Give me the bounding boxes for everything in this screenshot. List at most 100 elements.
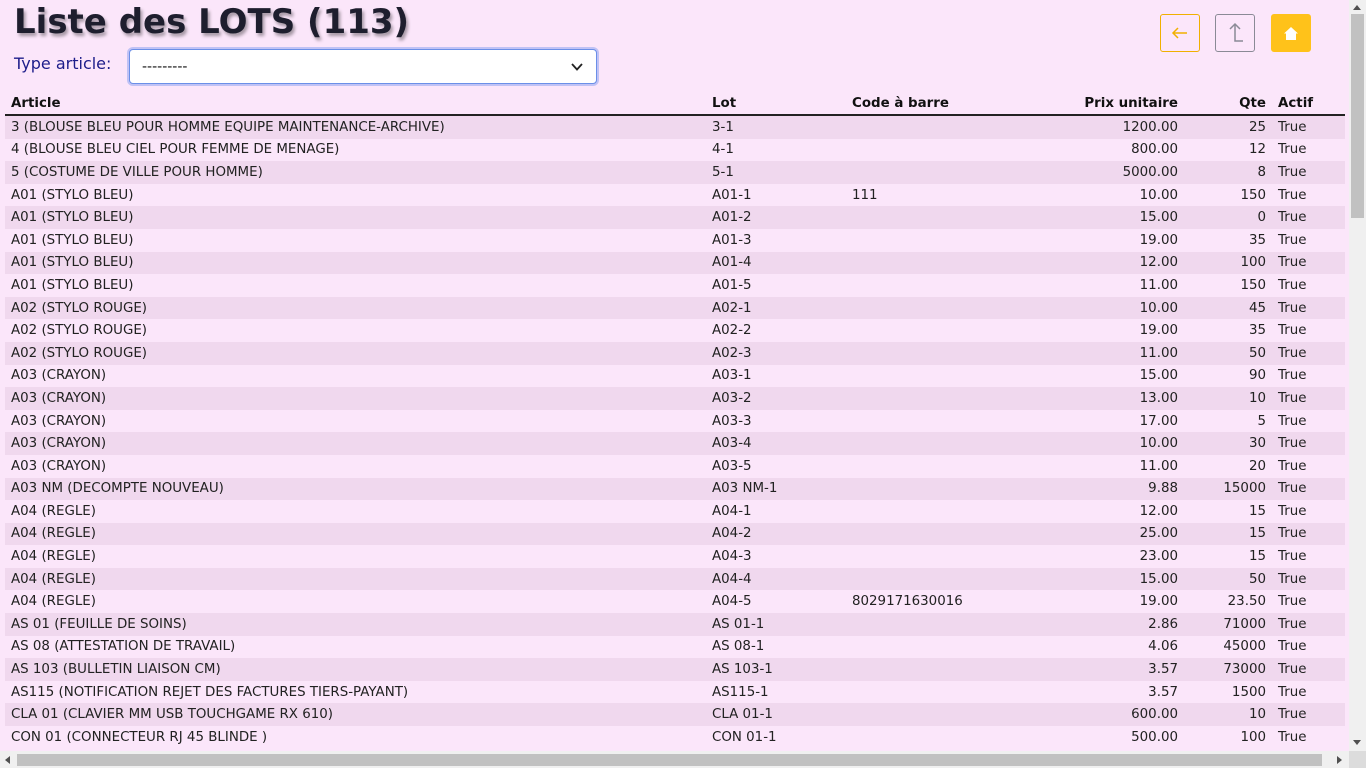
cell-qte: 73000: [1184, 658, 1272, 681]
scroll-down-arrow-icon[interactable]: [1353, 740, 1361, 745]
table-row[interactable]: A03 (CRAYON) A03-4 10.00 30 True: [5, 432, 1345, 455]
cell-lot: CON 01-1: [706, 726, 846, 749]
cell-code-barre: [846, 274, 986, 297]
cell-lot: CLA 01-1: [706, 703, 846, 727]
table-row[interactable]: AS 08 (ATTESTATION DE TRAVAIL) AS 08-1 4.0…: [5, 635, 1345, 659]
scroll-up-arrow-icon[interactable]: [1353, 5, 1361, 10]
table-row[interactable]: A02 (STYLO ROUGE) A02-2 19.00 35 True: [5, 319, 1345, 342]
cell-article: A03 (CRAYON): [5, 387, 706, 410]
cell-qte: 10: [1184, 703, 1272, 727]
table-row[interactable]: AS 01 (FEUILLE DE SOINS) AS 01-1 2.86 71000…: [5, 613, 1345, 636]
cell-code-barre: [846, 545, 986, 568]
cell-prix-unitaire: 9.88: [986, 477, 1184, 501]
cell-prix-unitaire: 15.00: [986, 567, 1184, 591]
cell-code-barre: [846, 138, 986, 162]
cell-lot: A02-1: [706, 296, 846, 320]
cell-code-barre: [846, 658, 986, 681]
cell-prix-unitaire: 15.00: [986, 206, 1184, 229]
table-row[interactable]: AS 103 (BULLETIN LIAISON CM) AS 103-1 3.57…: [5, 658, 1345, 681]
table-row[interactable]: A02 (STYLO ROUGE) A02-1 10.00 45 True: [5, 296, 1345, 320]
up-level-button[interactable]: [1215, 14, 1255, 52]
cell-lot: A02-3: [706, 341, 846, 365]
table-header-row: Article Lot Code à barre Prix unitaire Q…: [5, 92, 1345, 116]
cell-qte: 15000: [1184, 477, 1272, 501]
table-row[interactable]: A04 (REGLE) A04-3 23.00 15 True: [5, 545, 1345, 568]
cell-qte: 25: [1184, 115, 1272, 139]
cell-lot: A04-1: [706, 500, 846, 523]
type-article-selected-value: ---------: [142, 59, 188, 75]
table-row[interactable]: 4 (BLOUSE BLEU CIEL POUR FEMME DE MENAGE…: [5, 138, 1345, 162]
type-article-label: Type article:: [14, 54, 112, 73]
cell-qte: 100: [1184, 726, 1272, 749]
cell-article: A03 (CRAYON): [5, 364, 706, 388]
table-row[interactable]: A01 (STYLO BLEU) A01-5 11.00 150 True: [5, 274, 1345, 297]
cell-lot: A03-2: [706, 387, 846, 410]
table-row[interactable]: CLA 01 (CLAVIER MM USB TOUCHGAME RX 610)…: [5, 703, 1345, 727]
table-row[interactable]: 3 (BLOUSE BLEU POUR HOMME EQUIPE MAINTEN…: [5, 115, 1345, 139]
cell-lot: A03-1: [706, 364, 846, 388]
cell-article: A04 (REGLE): [5, 567, 706, 591]
cell-actif: True: [1272, 296, 1345, 320]
table-row[interactable]: A03 NM (DECOMPTE NOUVEAU) A03 NM-1 9.88 150…: [5, 477, 1345, 501]
cell-article: A01 (STYLO BLEU): [5, 206, 706, 229]
table-row[interactable]: A03 (CRAYON) A03-3 17.00 5 True: [5, 409, 1345, 433]
cell-actif: True: [1272, 680, 1345, 704]
table-row[interactable]: A03 (CRAYON) A03-1 15.00 90 True: [5, 364, 1345, 388]
table-row[interactable]: A01 (STYLO BLEU) A01-2 15.00 0 True: [5, 206, 1345, 229]
cell-prix-unitaire: 10.00: [986, 432, 1184, 455]
cell-prix-unitaire: 3.57: [986, 658, 1184, 681]
cell-prix-unitaire: 12.00: [986, 500, 1184, 523]
cell-lot: AS115-1: [706, 680, 846, 704]
cell-lot: 3-1: [706, 115, 846, 139]
table-row[interactable]: A03 (CRAYON) A03-2 13.00 10 True: [5, 387, 1345, 410]
back-button[interactable]: [1160, 14, 1200, 52]
table-row[interactable]: A01 (STYLO BLEU) A01-1 111 10.00 150 True: [5, 183, 1345, 207]
cell-lot: A03-3: [706, 409, 846, 433]
cell-actif: True: [1272, 228, 1345, 252]
column-header-code-barre[interactable]: Code à barre: [846, 92, 986, 116]
cell-code-barre: [846, 454, 986, 478]
table-row[interactable]: A04 (REGLE) A04-1 12.00 15 True: [5, 500, 1345, 523]
cell-prix-unitaire: 500.00: [986, 726, 1184, 749]
cell-lot: A03 NM-1: [706, 477, 846, 501]
table-row[interactable]: CON 01 (CONNECTEUR RJ 45 BLINDE ) CON 01-…: [5, 726, 1345, 749]
table-row[interactable]: A01 (STYLO BLEU) A01-3 19.00 35 True: [5, 228, 1345, 252]
type-article-select[interactable]: ---------: [129, 49, 597, 84]
cell-article: A01 (STYLO BLEU): [5, 251, 706, 275]
cell-actif: True: [1272, 545, 1345, 568]
table-row[interactable]: A02 (STYLO ROUGE) A02-3 11.00 50 True: [5, 341, 1345, 365]
cell-code-barre: [846, 409, 986, 433]
cell-actif: True: [1272, 341, 1345, 365]
cell-prix-unitaire: 23.00: [986, 545, 1184, 568]
cell-lot: A01-2: [706, 206, 846, 229]
cell-qte: 23.50: [1184, 590, 1272, 614]
column-header-prix-unitaire[interactable]: Prix unitaire: [986, 92, 1184, 116]
vertical-scrollbar-thumb[interactable]: [1351, 14, 1364, 218]
scroll-right-arrow-icon[interactable]: [1337, 756, 1342, 764]
cell-qte: 1500: [1184, 680, 1272, 704]
column-header-qte[interactable]: Qte: [1184, 92, 1272, 116]
cell-actif: True: [1272, 613, 1345, 636]
cell-prix-unitaire: 19.00: [986, 319, 1184, 342]
column-header-lot[interactable]: Lot: [706, 92, 846, 116]
home-button[interactable]: [1271, 14, 1311, 52]
cell-article: A02 (STYLO ROUGE): [5, 341, 706, 365]
table-row[interactable]: A04 (REGLE) A04-4 15.00 50 True: [5, 567, 1345, 591]
cell-lot: A03-5: [706, 454, 846, 478]
table-row[interactable]: A03 (CRAYON) A03-5 11.00 20 True: [5, 454, 1345, 478]
column-header-actif[interactable]: Actif: [1272, 92, 1345, 116]
column-header-article[interactable]: Article: [5, 92, 706, 116]
table-row[interactable]: A04 (REGLE) A04-5 8029171630016 19.00 23.50 T…: [5, 590, 1345, 614]
table-row[interactable]: A01 (STYLO BLEU) A01-4 12.00 100 True: [5, 251, 1345, 275]
cell-code-barre: [846, 296, 986, 320]
table-body: 3 (BLOUSE BLEU POUR HOMME EQUIPE MAINTEN…: [5, 115, 1345, 749]
cell-lot: A04-5: [706, 590, 846, 614]
cell-code-barre: [846, 703, 986, 727]
scroll-left-arrow-icon[interactable]: [5, 756, 10, 764]
level-up-icon: [1229, 22, 1243, 42]
horizontal-scrollbar-thumb[interactable]: [17, 754, 1322, 766]
table-row[interactable]: AS115 (NOTIFICATION REJET DES FACTURES T…: [5, 680, 1345, 704]
table-row[interactable]: 5 (COSTUME DE VILLE POUR HOMME) 5-1 5000.0…: [5, 161, 1345, 184]
cell-qte: 30: [1184, 432, 1272, 455]
table-row[interactable]: A04 (REGLE) A04-2 25.00 15 True: [5, 522, 1345, 546]
